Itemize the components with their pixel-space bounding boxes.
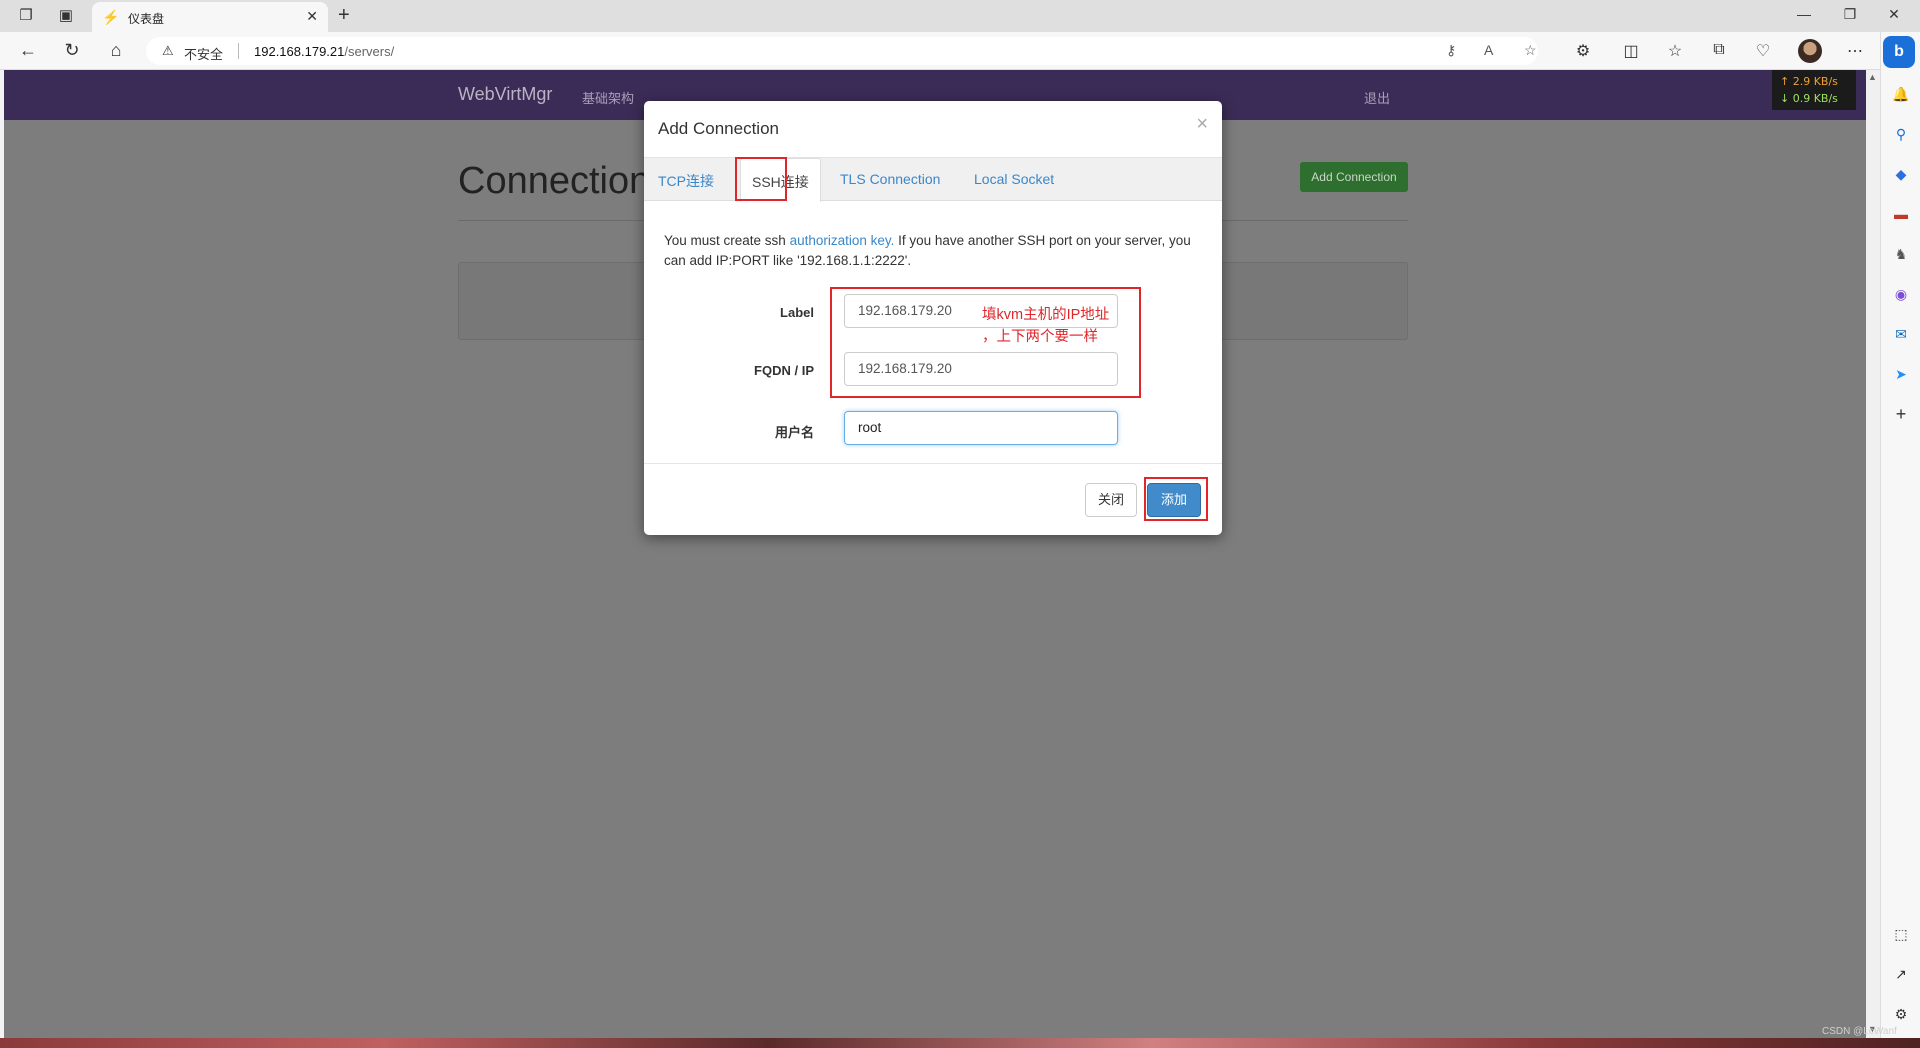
workspaces-icon[interactable]: ❐ (16, 6, 36, 26)
window-close-icon[interactable]: ✕ (1884, 6, 1904, 23)
edge-sidebar: 🔔 ⚲ ◆ ▬ ♞ ◉ ✉ ➤ + ⬚ ↗ ⚙ (1880, 32, 1920, 1048)
close-button[interactable]: 关闭 (1085, 483, 1137, 517)
brand-logo[interactable]: WebVirtMgr (458, 84, 552, 105)
tab-local-socket[interactable]: Local Socket (974, 171, 1054, 187)
open-external-icon[interactable]: ↗ (1889, 962, 1913, 986)
drop-icon[interactable]: ➤ (1889, 362, 1913, 386)
tab-favicon-icon: ⚡ (102, 9, 120, 25)
sidebar-settings-icon[interactable]: ⚙ (1889, 1002, 1913, 1026)
tab-title: 仪表盘 (128, 12, 165, 26)
nav-logout[interactable]: 退出 (1364, 88, 1390, 107)
address-bar[interactable]: ⚠ 不安全 192.168.179.21/servers/ ⚷ A ☆ (146, 37, 1538, 65)
browser-tab-active[interactable]: ⚡ 仪表盘 ✕ (92, 2, 328, 32)
annotation-line-1: 填kvm主机的IP地址 (982, 307, 1110, 323)
screenshot-icon[interactable]: ⬚ (1889, 922, 1913, 946)
outlook-icon[interactable]: ✉ (1889, 322, 1913, 346)
annotation-line-2: ，上下两个要一样 (982, 329, 1098, 345)
warning-icon[interactable]: ⚠ (162, 43, 174, 59)
download-speed: ↓ 0.9 KB/s (1780, 92, 1838, 105)
annotation-text: 填kvm主机的IP地址 ，上下两个要一样 (982, 304, 1109, 348)
back-icon[interactable]: ← (16, 40, 40, 61)
tab-tcp[interactable]: TCP连接 (658, 171, 714, 191)
address-toolbar: ← ↻ ⌂ ⚠ 不安全 192.168.179.21/servers/ ⚷ A … (0, 32, 1920, 70)
username-field-label: 用户名 (774, 425, 814, 440)
address-divider (238, 43, 239, 59)
url-path: /servers/ (344, 44, 395, 59)
browser-essentials-icon[interactable]: ♡ (1752, 41, 1774, 61)
insecure-label[interactable]: 不安全 (184, 44, 223, 63)
copilot-icon[interactable]: ◉ (1889, 282, 1913, 306)
tab-close-icon[interactable]: ✕ (306, 8, 318, 25)
search-icon[interactable]: ⚲ (1889, 122, 1913, 146)
ssh-info-text: You must create ssh authorization key. I… (664, 231, 1204, 271)
watermark: CSDN @LcWanf (1822, 1026, 1897, 1037)
home-icon[interactable]: ⌂ (104, 40, 128, 61)
add-connection-button[interactable]: Add Connection (1300, 162, 1408, 192)
modal-close-icon[interactable]: × (1196, 113, 1208, 136)
url-host: 192.168.179.21 (254, 44, 345, 59)
vertical-tabs-icon[interactable]: ▣ (56, 6, 76, 26)
desktop-strip (0, 1038, 1920, 1048)
games-icon[interactable]: ♞ (1889, 242, 1913, 266)
tools-icon[interactable]: ▬ (1889, 202, 1913, 226)
shopping-tag-icon[interactable]: ◆ (1889, 162, 1913, 186)
modal-footer-divider (644, 463, 1222, 464)
profile-avatar[interactable] (1798, 39, 1822, 63)
fqdn-field-label: FQDN / IP (754, 363, 814, 378)
add-connection-modal: Add Connection × TCP连接 SSH连接 TLS Connect… (644, 101, 1222, 535)
browser-tab-bar: ❐ ▣ ⚡ 仪表盘 ✕ + — ❐ ✕ (0, 0, 1920, 32)
connection-tabs: TCP连接 SSH连接 TLS Connection Local Socket (644, 157, 1222, 202)
page-scrollbar[interactable]: ▲ ▼ (1866, 70, 1880, 1038)
more-menu-icon[interactable]: ⋯ (1844, 41, 1866, 61)
favorites-icon[interactable]: ☆ (1664, 41, 1686, 61)
modal-title: Add Connection (658, 119, 779, 138)
key-icon[interactable]: ⚷ (1446, 42, 1456, 59)
restore-icon[interactable]: ❐ (1840, 6, 1860, 23)
split-screen-icon[interactable]: ◫ (1620, 41, 1642, 61)
username-input[interactable]: root (844, 411, 1118, 445)
info-prefix: You must create ssh (664, 233, 790, 248)
scroll-up-icon[interactable]: ▲ (1868, 72, 1877, 82)
collections-icon[interactable]: ⧉ (1708, 41, 1730, 59)
extensions-icon[interactable]: ⚙ (1572, 41, 1594, 61)
refresh-icon[interactable]: ↻ (60, 40, 84, 61)
page-title: Connections (458, 160, 670, 202)
upload-speed: ↑ 2.9 KB/s (1780, 75, 1838, 88)
new-tab-icon[interactable]: + (338, 4, 350, 27)
notification-bell-icon[interactable]: 🔔 (1889, 82, 1913, 106)
minimize-icon[interactable]: — (1794, 6, 1814, 22)
nav-infrastructure[interactable]: 基础架构 (582, 88, 634, 107)
authorization-key-link[interactable]: authorization key. (790, 233, 895, 248)
bing-copilot-icon[interactable]: b (1883, 36, 1915, 68)
read-aloud-icon[interactable]: A (1484, 42, 1493, 58)
favorite-star-icon[interactable]: ☆ (1524, 42, 1537, 59)
net-speed-widget: ↑ 2.9 KB/s ↓ 0.9 KB/s (1772, 70, 1856, 110)
label-field-label: Label (780, 305, 814, 320)
add-sidebar-icon[interactable]: + (1889, 402, 1913, 426)
tab-tls[interactable]: TLS Connection (840, 171, 940, 187)
annotation-box-ssh-tab (735, 157, 787, 201)
url-text[interactable]: 192.168.179.21/servers/ (254, 44, 394, 59)
annotation-box-add-button (1144, 477, 1208, 521)
